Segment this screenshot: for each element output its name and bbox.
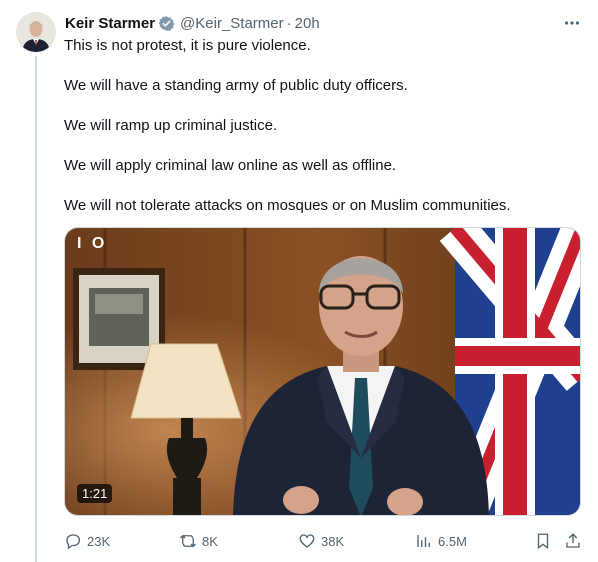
bookmark-button[interactable] bbox=[534, 531, 552, 551]
tweet-line: This is not protest, it is pure violence… bbox=[64, 37, 311, 54]
video-thumbnail bbox=[65, 228, 580, 515]
tweet-header: Keir Starmer @Keir_Starmer · 20h bbox=[65, 13, 320, 33]
reply-count: 23K bbox=[87, 533, 111, 549]
author-handle[interactable]: @Keir_Starmer bbox=[180, 15, 284, 32]
views-button[interactable]: 6.5M bbox=[415, 531, 467, 551]
views-icon bbox=[417, 535, 430, 547]
retweet-button[interactable]: 8K bbox=[179, 531, 218, 551]
bookmark-icon bbox=[537, 533, 549, 550]
video-player[interactable]: I O 1:21 bbox=[64, 227, 581, 516]
thread-line bbox=[35, 56, 37, 562]
separator-dot: · bbox=[286, 14, 292, 32]
avatar[interactable] bbox=[16, 12, 56, 52]
video-duration: 1:21 bbox=[77, 484, 113, 503]
tweet-line: We will have a standing army of public d… bbox=[64, 77, 408, 94]
share-button[interactable] bbox=[564, 531, 582, 551]
video-logo: I O bbox=[77, 235, 108, 252]
like-count: 38K bbox=[321, 533, 345, 549]
tweet-text: This is not protest, it is pure violence… bbox=[64, 36, 574, 236]
author-name[interactable]: Keir Starmer bbox=[65, 15, 155, 32]
like-icon bbox=[299, 534, 315, 548]
tweet-line: We will not tolerate attacks on mosques … bbox=[64, 197, 511, 214]
action-bar: 23K 8K 38K 6.5M bbox=[64, 531, 586, 551]
share-icon bbox=[566, 533, 580, 548]
views-count: 6.5M bbox=[438, 533, 467, 549]
timestamp[interactable]: 20h bbox=[295, 15, 320, 32]
tweet-line: We will ramp up criminal justice. bbox=[64, 117, 278, 134]
retweet-count: 8K bbox=[202, 533, 218, 549]
verified-icon bbox=[158, 15, 175, 32]
retweet-icon bbox=[180, 534, 196, 548]
more-icon[interactable] bbox=[563, 14, 581, 32]
tweet-line: We will apply criminal law online as wel… bbox=[64, 157, 397, 174]
like-button[interactable]: 38K bbox=[298, 531, 344, 551]
reply-icon bbox=[66, 534, 81, 550]
reply-button[interactable]: 23K bbox=[64, 531, 110, 551]
